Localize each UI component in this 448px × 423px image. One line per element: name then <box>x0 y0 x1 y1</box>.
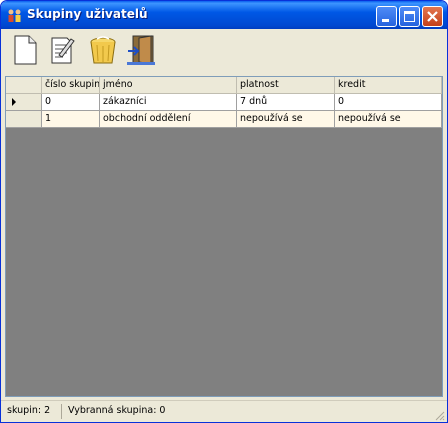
row-selector[interactable] <box>6 94 42 111</box>
new-group-button[interactable] <box>9 33 43 67</box>
maximize-button[interactable] <box>399 6 420 27</box>
edit-group-button[interactable] <box>45 33 79 67</box>
selected-group: Vybranná skupina: 0 <box>68 405 166 416</box>
column-header-validity[interactable]: platnost <box>237 77 335 94</box>
cell-credit[interactable]: 0 <box>335 94 442 111</box>
close-icon <box>427 11 438 22</box>
cell-validity[interactable]: nepoužívá se <box>237 111 335 128</box>
cell-name[interactable]: obchodní oddělení <box>100 111 237 128</box>
column-header-id[interactable]: číslo skupiny <box>42 77 100 94</box>
minimize-button[interactable] <box>376 6 397 27</box>
status-separator <box>61 404 62 419</box>
new-document-icon <box>14 35 37 65</box>
recycle-bin-icon <box>90 36 116 64</box>
window-title: Skupiny uživatelů <box>27 7 148 21</box>
groups-window: Skupiny uživatelů číslo skupiny jméno pl… <box>0 0 448 423</box>
table-row[interactable]: 0 zákazníci 7 dnů 0 <box>6 94 442 111</box>
current-row-arrow-icon <box>12 98 16 106</box>
corner-cell <box>6 77 42 94</box>
cell-id[interactable]: 0 <box>42 94 100 111</box>
minimize-icon <box>382 19 389 22</box>
delete-group-button[interactable] <box>86 33 120 67</box>
cell-validity[interactable]: 7 dnů <box>237 94 335 111</box>
close-button[interactable] <box>422 6 443 27</box>
exit-door-icon <box>127 35 155 65</box>
cell-name[interactable]: zákazníci <box>100 94 237 111</box>
maximize-icon <box>404 11 415 22</box>
cell-credit[interactable]: nepoužívá se <box>335 111 442 128</box>
column-header-credit[interactable]: kredit <box>335 77 442 94</box>
row-selector[interactable] <box>6 111 42 128</box>
status-bar: skupin: 2 Vybranná skupina: 0 <box>1 400 447 422</box>
exit-button[interactable] <box>125 33 159 67</box>
group-count: skupin: 2 <box>7 405 51 416</box>
grid-header: číslo skupiny jméno platnost kredit <box>6 77 442 94</box>
resize-grip-icon[interactable] <box>434 410 445 421</box>
toolbar <box>1 29 447 71</box>
title-bar[interactable]: Skupiny uživatelů <box>1 1 447 29</box>
table-row[interactable]: 1 obchodní oddělení nepoužívá se nepouží… <box>6 111 442 128</box>
edit-document-icon <box>51 37 75 64</box>
column-header-name[interactable]: jméno <box>100 77 237 94</box>
cell-id[interactable]: 1 <box>42 111 100 128</box>
groups-grid[interactable]: číslo skupiny jméno platnost kredit 0 zá… <box>5 76 443 397</box>
users-group-icon <box>8 9 21 22</box>
